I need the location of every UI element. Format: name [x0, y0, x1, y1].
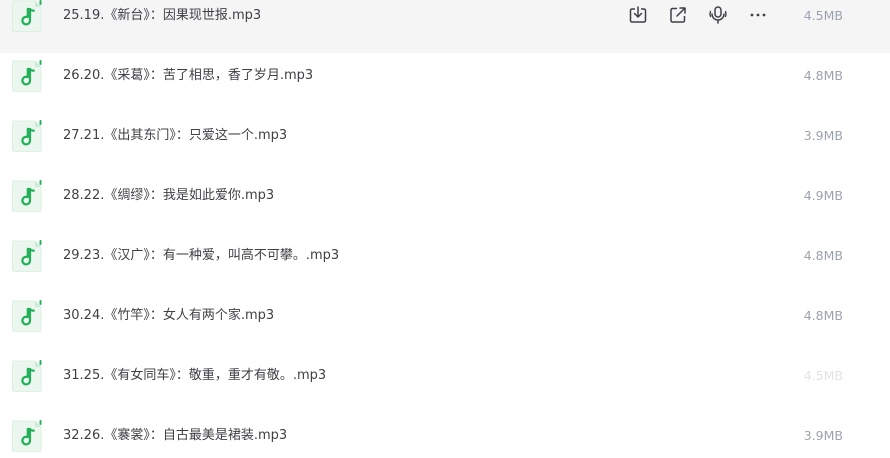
list-item[interactable]: 27.21.《出其东门》：只爱这一个.mp3 3.9MB [0, 113, 890, 173]
list-item[interactable]: 30.24.《竹竿》：女人有两个家.mp3 4.8MB [0, 293, 890, 353]
file-name[interactable]: 29.23.《汉广》：有一种爱，叫高不可攀。.mp3 [63, 246, 339, 266]
file-size: 4.8MB [803, 248, 843, 263]
download-button[interactable] [627, 4, 649, 26]
file-name[interactable]: 27.21.《出其东门》：只爱这一个.mp3 [63, 126, 287, 146]
audio-file-icon [12, 240, 42, 272]
audio-file-icon [12, 420, 42, 452]
file-name[interactable]: 28.22.《绸缪》：我是如此爱你.mp3 [63, 186, 274, 206]
file-size: 4.5MB [803, 368, 843, 383]
list-item[interactable]: 32.26.《褰裳》：自古最美是裙装.mp3 3.9MB [0, 413, 890, 458]
file-list: 25.19.《新台》：因果现世报.mp3 4.5MB 26.20.《采葛》：苦了… [0, 0, 890, 458]
more-button[interactable] [747, 4, 769, 26]
download-icon [629, 6, 647, 23]
file-name[interactable]: 32.26.《褰裳》：自古最美是裙装.mp3 [63, 426, 287, 446]
file-size: 4.9MB [803, 188, 843, 203]
file-name[interactable]: 30.24.《竹竿》：女人有两个家.mp3 [63, 306, 274, 326]
file-size: 3.9MB [803, 128, 843, 143]
voice-button[interactable] [707, 4, 729, 26]
list-item[interactable]: 28.22.《绸缪》：我是如此爱你.mp3 4.9MB [0, 173, 890, 233]
audio-file-icon [12, 300, 42, 332]
audio-file-icon [12, 180, 42, 212]
list-item[interactable]: 25.19.《新台》：因果现世报.mp3 4.5MB [0, 0, 890, 53]
list-item[interactable]: 26.20.《采葛》：苦了相思，香了岁月.mp3 4.8MB [0, 53, 890, 113]
list-item[interactable]: 29.23.《汉广》：有一种爱，叫高不可攀。.mp3 4.8MB [0, 233, 890, 293]
audio-file-icon [12, 360, 42, 392]
audio-file-icon [12, 120, 42, 152]
file-size: 4.8MB [803, 308, 843, 323]
file-name[interactable]: 26.20.《采葛》：苦了相思，香了岁月.mp3 [63, 66, 313, 86]
audio-file-icon [12, 60, 42, 92]
file-size: 4.5MB [803, 8, 843, 23]
file-name[interactable]: 25.19.《新台》：因果现世报.mp3 [63, 6, 261, 26]
file-name[interactable]: 31.25.《有女同车》：敬重，重才有敬。.mp3 [63, 366, 326, 386]
voice-icon [709, 6, 727, 24]
share-button[interactable] [667, 4, 689, 26]
more-icon [750, 13, 766, 17]
file-size: 4.8MB [803, 68, 843, 83]
file-size: 3.9MB [803, 428, 843, 443]
list-item[interactable]: 31.25.《有女同车》：敬重，重才有敬。.mp3 4.5MB [0, 353, 890, 413]
share-icon [670, 7, 686, 23]
audio-file-icon [12, 0, 42, 32]
